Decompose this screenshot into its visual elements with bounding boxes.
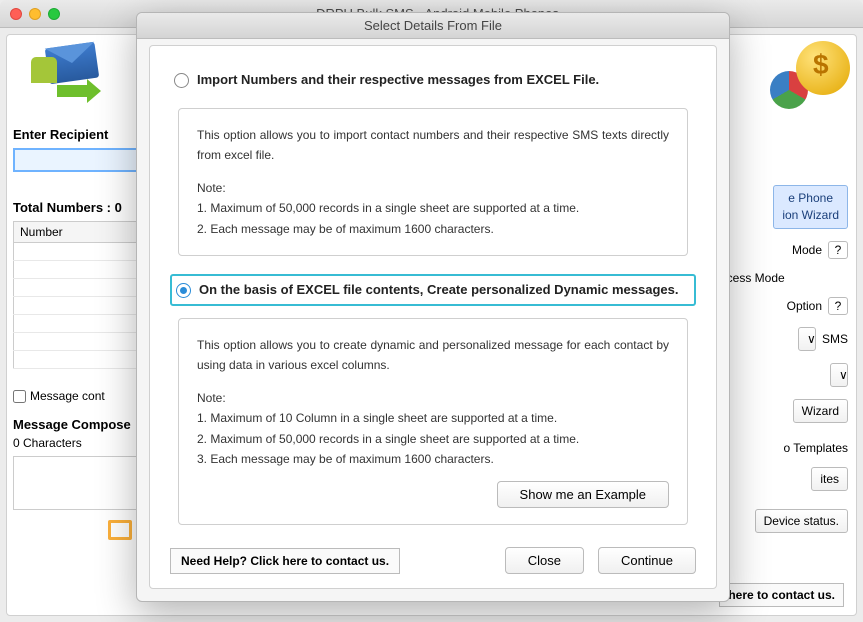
- modal-body: Import Numbers and their respective mess…: [149, 45, 717, 589]
- mode-label: Mode: [792, 243, 822, 257]
- message-contains-label: Message cont: [30, 389, 105, 403]
- arrow-right-icon: [57, 85, 89, 97]
- option-dynamic-messages[interactable]: On the basis of EXCEL file contents, Cre…: [170, 274, 696, 306]
- templates-label: o Templates: [784, 441, 848, 455]
- opt2-note-3: 3. Each message may be of maximum 1600 c…: [197, 449, 669, 469]
- modal-help-link[interactable]: Need Help? Click here to contact us.: [170, 548, 400, 574]
- small-dropdown[interactable]: ∨: [830, 363, 848, 387]
- app-logo: [25, 43, 105, 103]
- option-import-excel-description: This option allows you to import contact…: [178, 108, 688, 256]
- select-details-modal: Select Details From File Import Numbers …: [136, 12, 730, 602]
- sms-dropdown[interactable]: ∨: [798, 327, 816, 351]
- device-status-button[interactable]: Device status.: [755, 509, 848, 533]
- opt2-note-heading: Note:: [197, 388, 669, 408]
- option-label: Option: [787, 299, 822, 313]
- message-contains-checkbox[interactable]: Message cont: [13, 389, 143, 403]
- parent-help-link[interactable]: here to contact us.: [719, 583, 844, 607]
- mode-help-button[interactable]: ?: [828, 241, 848, 259]
- phone-wizard-button[interactable]: e Phone ion Wizard: [773, 185, 848, 229]
- opt2-note-1: 1. Maximum of 10 Column in a single shee…: [197, 408, 669, 428]
- recipient-label: Enter Recipient: [13, 127, 143, 142]
- opt1-note-2: 2. Each message may be of maximum 1600 c…: [197, 219, 669, 239]
- sms-label: SMS: [822, 332, 848, 346]
- char-count: 0 Characters: [13, 436, 143, 450]
- left-panel: Enter Recipient Total Numbers : 0 Number…: [13, 127, 143, 540]
- templates-button[interactable]: ites: [811, 467, 848, 491]
- option-import-excel-label: Import Numbers and their respective mess…: [197, 72, 599, 87]
- radio-import-excel[interactable]: [174, 73, 189, 88]
- message-contains-input[interactable]: [13, 390, 26, 403]
- coin-icon: [796, 41, 850, 95]
- close-window-icon[interactable]: [10, 8, 22, 20]
- continue-button[interactable]: Continue: [598, 547, 696, 574]
- opt1-desc-text: This option allows you to import contact…: [197, 125, 669, 166]
- opt2-desc-text: This option allows you to create dynamic…: [197, 335, 669, 376]
- option-dynamic-messages-label: On the basis of EXCEL file contents, Cre…: [199, 282, 678, 297]
- opt1-note-1: 1. Maximum of 50,000 records in a single…: [197, 198, 669, 218]
- close-button[interactable]: Close: [505, 547, 584, 574]
- android-icon: [31, 57, 57, 83]
- opt1-note-heading: Note:: [197, 178, 669, 198]
- mail-tool-icon[interactable]: [108, 520, 132, 540]
- show-example-button[interactable]: Show me an Example: [497, 481, 669, 508]
- revenue-icon: [770, 41, 850, 111]
- modal-title: Select Details From File: [137, 13, 729, 39]
- option-import-excel[interactable]: Import Numbers and their respective mess…: [170, 64, 696, 96]
- message-composer-label: Message Compose: [13, 417, 143, 432]
- modal-footer: Need Help? Click here to contact us. Clo…: [170, 547, 696, 574]
- option-dynamic-messages-description: This option allows you to create dynamic…: [178, 318, 688, 525]
- radio-dynamic-messages[interactable]: [176, 283, 191, 298]
- wizard-button[interactable]: Wizard: [793, 399, 848, 423]
- opt2-note-2: 2. Maximum of 50,000 records in a single…: [197, 429, 669, 449]
- total-numbers-label: Total Numbers : 0: [13, 200, 143, 215]
- option-help-button[interactable]: ?: [828, 297, 848, 315]
